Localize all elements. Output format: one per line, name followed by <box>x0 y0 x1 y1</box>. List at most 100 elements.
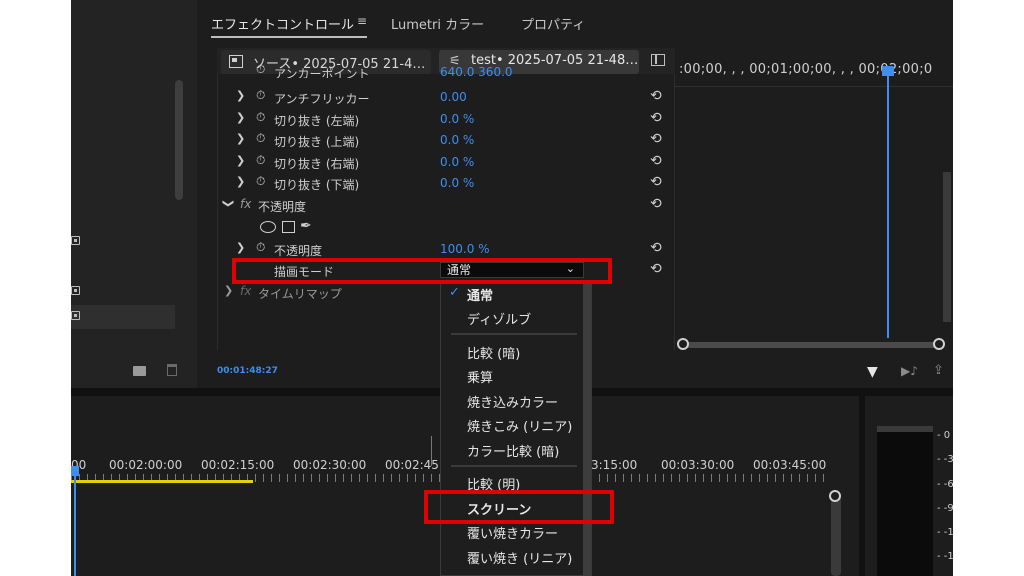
filter-icon[interactable]: ▼ <box>867 364 878 380</box>
reset-icon[interactable]: ⟲ <box>650 174 662 190</box>
stopwatch-icon[interactable]: ⏱ <box>256 153 265 168</box>
property-value[interactable]: 0.00 <box>440 90 467 104</box>
project-panel <box>71 0 197 388</box>
property-row-crop-left: ❯ ⏱ 切り抜き (左端) 0.0 % ⟲ <box>218 109 676 130</box>
timeline-scrollbar[interactable] <box>831 496 841 576</box>
new-bin-icon[interactable] <box>133 366 146 376</box>
zoom-handle-right[interactable] <box>933 338 945 350</box>
dropdown-separator <box>451 465 577 467</box>
effect-group-opacity[interactable]: ❯ fx 不透明度 ⟲ <box>218 195 676 216</box>
reset-icon[interactable]: ⟲ <box>650 131 662 147</box>
stopwatch-icon[interactable]: ⏱ <box>256 64 265 77</box>
property-row-opacity: ❯ ⏱ 不透明度 100.0 % ⟲ <box>218 239 676 260</box>
ellipse-mask-icon[interactable] <box>260 221 276 233</box>
audio-meter-bars <box>877 426 933 576</box>
clip-icon[interactable] <box>71 311 80 320</box>
dropdown-scrollbar[interactable] <box>583 283 591 576</box>
rectangle-mask-icon[interactable] <box>282 221 295 233</box>
playhead-line[interactable] <box>74 466 76 576</box>
blend-option-linear-burn[interactable]: 焼きこみ (リニア) <box>467 416 572 435</box>
chevron-right-icon[interactable]: ❯ <box>224 284 233 297</box>
highlight-screen-option <box>424 490 614 524</box>
reset-icon[interactable]: ⟲ <box>650 110 662 126</box>
reset-icon[interactable]: ⟲ <box>650 261 662 277</box>
stopwatch-icon[interactable]: ⏱ <box>256 131 265 146</box>
chevron-right-icon[interactable]: ❯ <box>236 89 245 102</box>
current-timecode[interactable]: 00:01:48:27 <box>217 366 278 376</box>
meter-db-label: - -1 <box>937 551 953 562</box>
blend-option-multiply[interactable]: 乗算 <box>467 367 493 386</box>
clip-icon[interactable] <box>71 286 80 295</box>
property-label: 切り抜き (上端) <box>274 135 360 149</box>
pen-mask-icon[interactable]: ✒ <box>300 218 312 234</box>
play-audio-icon[interactable]: ▶♪ <box>901 364 918 378</box>
timeline-tick-label: 00:03:30:00 <box>661 458 735 472</box>
chevron-right-icon[interactable]: ❯ <box>236 111 245 124</box>
stopwatch-icon[interactable]: ⏱ <box>256 110 265 125</box>
blend-option-linear-dodge[interactable]: 覆い焼き (リニア) <box>467 548 572 567</box>
effect-group-label: 不透明度 <box>258 200 307 214</box>
property-label: 切り抜き (下端) <box>274 178 360 192</box>
property-value[interactable]: 0.0 % <box>440 155 474 169</box>
property-row-crop-right: ❯ ⏱ 切り抜き (右端) 0.0 % ⟲ <box>218 152 676 173</box>
panel-menu-icon[interactable]: ≡ <box>357 14 367 28</box>
stopwatch-icon[interactable]: ⏱ <box>256 240 265 255</box>
tab-effect-controls[interactable]: エフェクトコントロール <box>211 14 354 33</box>
property-value[interactable]: 0.0 % <box>440 176 474 190</box>
chevron-down-icon[interactable]: ❯ <box>222 199 235 208</box>
export-icon[interactable]: ⇪ <box>933 363 944 378</box>
blend-option-color-burn[interactable]: 焼き込みカラー <box>467 392 558 411</box>
reset-icon[interactable]: ⟲ <box>650 240 662 256</box>
timeline-tick-label: 00:02:00:00 <box>109 458 183 472</box>
blend-option-normal[interactable]: 通常 <box>467 285 493 304</box>
zoom-handle-left[interactable] <box>677 338 689 350</box>
project-scrollbar[interactable] <box>175 80 183 200</box>
timeline-tick-label: 00:03:45:00 <box>753 458 827 472</box>
blend-option-darken[interactable]: 比較 (暗) <box>467 343 520 362</box>
property-value[interactable]: 640.0 360.0 <box>440 65 513 78</box>
chevron-right-icon[interactable]: ❯ <box>236 132 245 145</box>
effect-group-label: タイムリマップ <box>258 287 342 301</box>
timeline-tick-label: 00:02:45: <box>385 458 443 472</box>
reset-icon[interactable]: ⟲ <box>650 196 662 212</box>
mini-timeline-ruler[interactable]: :00;00, , , 00;01;00;00, , , 00;02;00;0 <box>679 62 932 77</box>
chevron-right-icon[interactable]: ❯ <box>236 241 245 254</box>
property-value[interactable]: 0.0 % <box>440 133 474 147</box>
blend-option-dissolve[interactable]: ディゾルブ <box>467 309 531 328</box>
stopwatch-icon[interactable]: ⏱ <box>256 174 265 189</box>
timeline-tick-label: 00:02:15:00 <box>201 458 275 472</box>
scroll-handle[interactable] <box>829 490 841 502</box>
property-value[interactable]: 100.0 % <box>440 242 490 256</box>
property-label: 切り抜き (右端) <box>274 157 360 171</box>
stopwatch-icon[interactable]: ⏱ <box>256 88 265 103</box>
playhead-line[interactable] <box>887 70 889 338</box>
timeline-tick-label: 3:15:00 <box>591 458 638 472</box>
reset-icon[interactable]: ⟲ <box>650 153 662 169</box>
mask-tools-row: ✒ <box>218 217 676 238</box>
blend-mode-dropdown: ✓ 通常 ディゾルブ 比較 (暗) 乗算 焼き込みカラー 焼きこみ (リニア) … <box>440 282 592 576</box>
tab-lumetri-color[interactable]: Lumetri カラー <box>391 14 484 33</box>
clip-icon[interactable] <box>71 236 80 245</box>
meter-db-label: - -6 <box>937 479 953 490</box>
meter-db-label: - -3 <box>937 454 953 465</box>
property-label: 不透明度 <box>274 244 323 258</box>
zoom-scrollbar[interactable] <box>683 342 943 348</box>
fx-icon: fx <box>240 284 252 298</box>
blend-option-color-dodge[interactable]: 覆い焼きカラー <box>467 523 558 542</box>
chevron-right-icon[interactable]: ❯ <box>236 154 245 167</box>
chevron-right-icon[interactable]: ❯ <box>236 175 245 188</box>
property-label: アンチフリッカー <box>274 92 370 106</box>
property-value[interactable]: 0.0 % <box>440 112 474 126</box>
work-area-bar[interactable] <box>71 480 253 483</box>
blend-option-darker-color[interactable]: カラー比較 (暗) <box>467 441 559 460</box>
effect-controls-timeline: :00;00, , , 00;01;00;00, , , 00;02;00;0 <box>675 48 953 350</box>
reset-icon[interactable]: ⟲ <box>650 88 662 104</box>
project-item-selected[interactable] <box>71 305 175 329</box>
panel-tabs: エフェクトコントロール ≡ Lumetri カラー プロパティ <box>203 0 953 44</box>
property-row-anchor: ⏱ アンカーポイント 640.0 360.0 <box>218 64 676 78</box>
trash-icon[interactable] <box>167 364 177 376</box>
fx-icon[interactable]: fx <box>240 197 251 211</box>
timeline-tick-label: 00:02:30:00 <box>293 458 367 472</box>
effect-controls-scrollbar[interactable] <box>943 172 951 322</box>
tab-properties[interactable]: プロパティ <box>521 14 585 33</box>
